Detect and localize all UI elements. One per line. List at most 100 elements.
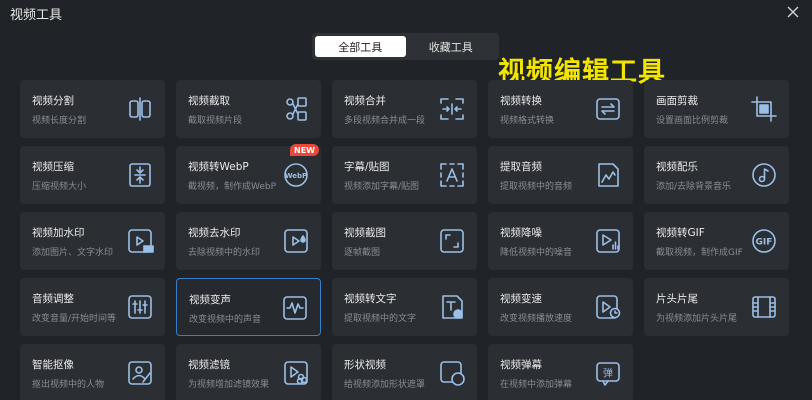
tool-card[interactable]: 视频变速 改变视频播放速度	[488, 278, 633, 336]
tool-title: 视频转GIF	[656, 227, 705, 239]
tool-title: 视频加水印	[32, 227, 85, 239]
tool-card[interactable]: 视频合并 多段视频合并成一段	[332, 80, 477, 138]
equalizer-icon	[126, 293, 154, 321]
tool-card[interactable]: 字幕/贴图视频添加字幕/贴图	[332, 146, 477, 204]
tool-title: 音频调整	[32, 293, 74, 305]
tool-title: 视频去水印	[188, 227, 241, 239]
tool-card[interactable]: 视频转WebP 截视频，制作成WebP WebP NEW	[176, 144, 321, 204]
tool-card[interactable]: 视频截图 逐帧截图	[332, 212, 477, 270]
tool-description: 截视频，制作成WebP	[188, 182, 277, 192]
tab-all-tools[interactable]: 全部工具	[315, 36, 406, 57]
tool-card[interactable]: 音频调整改变音量/开始时间等	[20, 278, 165, 336]
tool-description: 在视频中添加弹幕	[500, 380, 573, 390]
portrait-cutout-icon	[126, 359, 154, 387]
tool-description: 多段视频合并成一段	[344, 116, 426, 126]
tool-description: 添加/去除背景音乐	[656, 182, 732, 192]
crop-icon	[750, 95, 778, 123]
waveform-icon	[281, 294, 309, 322]
tool-title: 视频变速	[500, 293, 542, 305]
tool-card[interactable]: 视频降噪 降低视频中的噪音	[488, 212, 633, 270]
scissors-icon	[282, 95, 310, 123]
speech-to-text-icon	[438, 293, 466, 321]
tool-card[interactable]: 画面剪裁设置画面比例剪裁	[644, 80, 789, 138]
tool-title: 视频配乐	[656, 161, 698, 173]
tool-title: 视频转换	[500, 95, 542, 107]
stamp-icon	[126, 227, 154, 255]
svg-text:GIF: GIF	[756, 238, 773, 248]
tool-description: 添加图片、文字水印	[32, 248, 114, 258]
tool-card[interactable]: 视频滤镜为视频增加滤镜效果	[176, 344, 321, 400]
gif-icon: GIF	[750, 227, 778, 255]
tool-description: 抠出视频中的人物	[32, 380, 105, 390]
tool-description: 降低视频中的噪音	[500, 248, 573, 258]
tool-description: 改变音量/开始时间等	[32, 314, 117, 324]
svg-text:弹: 弹	[603, 367, 613, 380]
tool-card[interactable]: 片头片尾为视频添加片头片尾	[644, 278, 789, 336]
window-title: 视频工具	[10, 8, 63, 23]
denoise-icon	[594, 227, 622, 255]
tool-title: 提取音频	[500, 161, 542, 173]
tool-description: 为视频增加滤镜效果	[188, 380, 270, 390]
new-badge: NEW	[290, 144, 319, 156]
shape-mask-icon	[438, 359, 466, 387]
tool-title: 视频转WebP	[188, 161, 249, 173]
film-strip-icon	[750, 293, 778, 321]
tool-title: 视频截图	[344, 227, 386, 239]
text-box-icon	[438, 161, 466, 189]
filter-icon	[282, 359, 310, 387]
tool-description: 视频长度分割	[32, 116, 87, 126]
drop-icon	[282, 227, 310, 255]
tool-card[interactable]: 视频压缩压缩视频大小	[20, 146, 165, 204]
danmaku-icon: 弹	[594, 359, 622, 387]
tool-card[interactable]: 视频转GIF 截取视频，制作成GIF GIF	[644, 212, 789, 270]
speed-clock-icon	[594, 293, 622, 321]
close-icon	[787, 6, 799, 18]
tool-description: 为视频添加片头片尾	[656, 314, 738, 324]
tool-card[interactable]: 视频配乐添加/去除背景音乐	[644, 146, 789, 204]
tool-card[interactable]: 视频分割 视频长度分割	[20, 80, 165, 138]
tool-card[interactable]: 视频加水印添加图片、文字水印	[20, 212, 165, 270]
screenshot-icon	[438, 227, 466, 255]
tool-title: 片头片尾	[656, 293, 698, 305]
tool-description: 逐帧截图	[344, 248, 381, 258]
tool-description: 截取视频片段	[188, 116, 243, 126]
tool-description: 压缩视频大小	[32, 182, 87, 192]
tool-description: 改变视频中的声音	[189, 315, 262, 325]
convert-icon	[594, 95, 622, 123]
tool-description: 给视频添加形状遮罩	[344, 380, 426, 390]
compress-icon	[126, 161, 154, 189]
tool-card[interactable]: 形状视频给视频添加形状遮罩	[332, 344, 477, 400]
tool-tabs: 全部工具 收藏工具	[312, 33, 499, 60]
tool-description: 提取视频中的文字	[344, 314, 417, 324]
tab-favorite-tools[interactable]: 收藏工具	[406, 36, 497, 57]
tool-title: 形状视频	[344, 359, 386, 371]
tool-title: 字幕/贴图	[344, 161, 390, 173]
tool-description: 视频格式转换	[500, 116, 555, 126]
tool-description: 截取视频，制作成GIF	[656, 248, 743, 258]
audio-file-icon	[594, 161, 622, 189]
tool-title: 画面剪裁	[656, 95, 698, 107]
merge-icon	[438, 95, 466, 123]
tool-card[interactable]: 视频转换视频格式转换	[488, 80, 633, 138]
tool-card[interactable]: 视频截取截取视频片段	[176, 80, 321, 138]
tool-card[interactable]: 视频转文字提取视频中的文字	[332, 278, 477, 336]
title-bar: 视频工具	[0, 0, 812, 26]
tool-card[interactable]: 视频去水印去除视频中的水印	[176, 212, 321, 270]
tool-title: 视频转文字	[344, 293, 397, 305]
tool-card[interactable]: 提取音频提取视频中的音频	[488, 146, 633, 204]
tool-description: 去除视频中的水印	[188, 248, 261, 258]
tool-title: 视频弹幕	[500, 359, 542, 371]
tool-card[interactable]: 视频变声 改变视频中的声音	[176, 278, 321, 336]
tool-card[interactable]: 视频弹幕在视频中添加弹幕 弹	[488, 344, 633, 400]
tool-card[interactable]: 智能抠像抠出视频中的人物	[20, 344, 165, 400]
close-button[interactable]	[784, 3, 802, 21]
svg-text:WebP: WebP	[285, 172, 307, 180]
tool-title: 智能抠像	[32, 359, 74, 371]
tool-title: 视频压缩	[32, 161, 74, 173]
tool-title: 视频截取	[188, 95, 230, 107]
tool-description: 设置画面比例剪裁	[656, 116, 729, 126]
tool-description: 提取视频中的音频	[500, 182, 573, 192]
tool-title: 视频滤镜	[188, 359, 230, 371]
tool-description: 视频添加字幕/贴图	[344, 182, 420, 192]
webp-icon: WebP	[282, 161, 310, 189]
